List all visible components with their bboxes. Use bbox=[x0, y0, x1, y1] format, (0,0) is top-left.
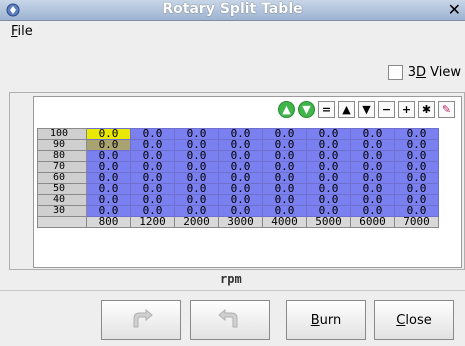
plus-button[interactable]: + bbox=[398, 101, 415, 118]
redo-button[interactable] bbox=[190, 300, 270, 340]
table-corner bbox=[37, 216, 87, 228]
column-header: 7000 bbox=[394, 216, 439, 228]
column-header: 4000 bbox=[262, 216, 307, 228]
view-3d-checkbox[interactable] bbox=[387, 65, 403, 80]
row-header: 50 bbox=[37, 183, 87, 195]
redo-icon bbox=[218, 309, 238, 328]
view-3d-label: 3D View bbox=[407, 65, 461, 80]
row-header: 60 bbox=[37, 172, 87, 184]
column-header: 3000 bbox=[218, 216, 263, 228]
undo-button[interactable] bbox=[101, 300, 181, 340]
row-header: 80 bbox=[37, 150, 87, 162]
minus-button[interactable]: − bbox=[378, 101, 395, 118]
set-equal-button[interactable]: = bbox=[318, 101, 335, 118]
shift-up-button[interactable]: ▲ bbox=[338, 101, 355, 118]
menu-bar: File bbox=[0, 21, 465, 43]
row-header: 90 bbox=[37, 139, 87, 151]
data-table: 100 0.0 0.0 0.0 0.0 0.0 0.0 0.0 0.0 90 0.0 0.0 0.0 0.… bbox=[37, 128, 439, 228]
decrement-icon[interactable]: ▼ bbox=[298, 101, 315, 118]
column-header: 5000 bbox=[306, 216, 351, 228]
multiply-button[interactable]: ✱ bbox=[418, 101, 435, 118]
shift-down-button[interactable]: ▼ bbox=[358, 101, 375, 118]
column-header: 1200 bbox=[130, 216, 175, 228]
menu-file[interactable]: File bbox=[11, 24, 33, 39]
burn-button-label: Burn bbox=[310, 312, 342, 328]
undo-icon bbox=[133, 309, 153, 328]
row-header: 100 bbox=[37, 128, 87, 140]
view-3d-toggle[interactable]: 3D View bbox=[387, 65, 461, 80]
window-close-icon[interactable]: ✕ bbox=[448, 0, 461, 19]
row-header: 70 bbox=[37, 161, 87, 173]
increment-icon[interactable]: ▲ bbox=[278, 101, 295, 118]
burn-button[interactable]: Burn bbox=[286, 300, 366, 340]
close-button-label: Close bbox=[396, 312, 432, 328]
column-header: 6000 bbox=[350, 216, 395, 228]
x-axis-label: rpm bbox=[220, 272, 242, 286]
column-header-row: 800 1200 2000 3000 4000 5000 6000 7000 bbox=[37, 216, 439, 228]
row-header: 40 bbox=[37, 194, 87, 206]
row-header: 30 bbox=[37, 205, 87, 217]
window-title: Rotary Split Table bbox=[162, 1, 303, 17]
menu-file-label: File bbox=[11, 24, 33, 39]
close-button[interactable]: Close bbox=[374, 300, 454, 340]
column-header: 800 bbox=[86, 216, 131, 228]
interpolate-pen-button[interactable]: ✎ bbox=[438, 101, 455, 118]
table-toolbar: ▲ ▼ = ▲ ▼ − + ✱ ✎ bbox=[278, 101, 455, 118]
column-header: 2000 bbox=[174, 216, 219, 228]
table-editor: ▲ ▼ = ▲ ▼ − + ✱ ✎ 100 0.0 0.0 0.0 0.0 0.0 0.0 0.0 0.0 90 0… bbox=[33, 96, 462, 268]
title-bar: Rotary Split Table ✕ bbox=[0, 0, 465, 21]
